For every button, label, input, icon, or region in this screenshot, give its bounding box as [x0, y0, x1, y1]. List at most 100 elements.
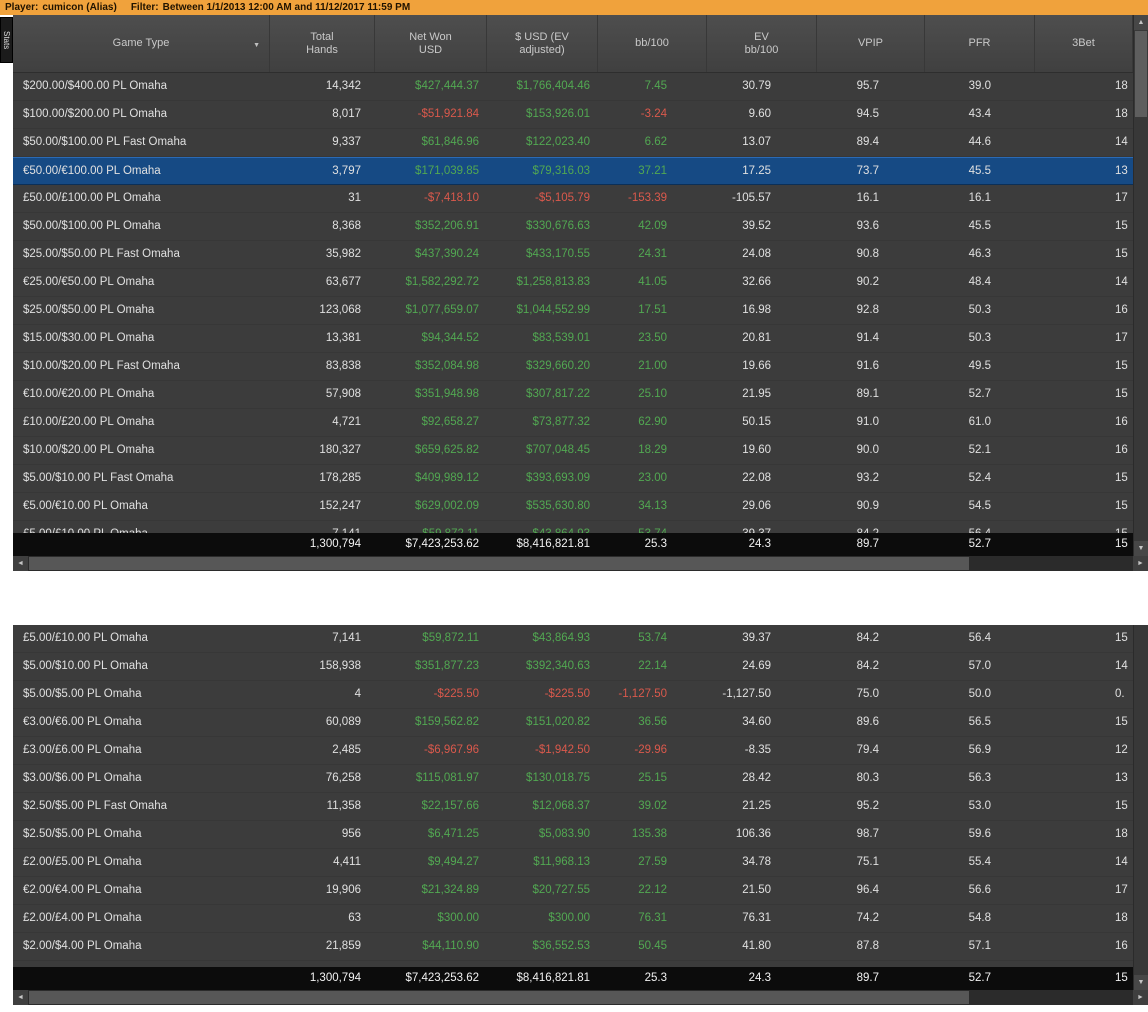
table-row[interactable]: $10.00/$20.00 PL Fast Omaha83,838$352,08…: [13, 353, 1133, 381]
column-header-net_won[interactable]: Net Won USD: [375, 15, 487, 72]
cell-vpip: 75.1: [817, 849, 925, 876]
cell-hands: 31: [270, 185, 375, 212]
cell-bb100: 23.00: [598, 465, 707, 492]
table-row[interactable]: £2.00/£5.00 PL Omaha4,411$9,494.27$11,96…: [13, 849, 1133, 877]
cell-net_won: $1,077,659.07: [375, 297, 487, 324]
column-header-label: $ USD (EV adjusted): [515, 31, 569, 57]
column-header-label: EV bb/100: [745, 31, 779, 57]
table-row[interactable]: $3.00/$6.00 PL Omaha76,258$115,081.97$13…: [13, 765, 1133, 793]
scroll-down-icon[interactable]: ▼: [1134, 975, 1148, 990]
table-row[interactable]: €25.00/€50.00 PL Omaha63,677$1,582,292.7…: [13, 269, 1133, 297]
cell-hands: 60,089: [270, 709, 375, 736]
horizontal-scroll-thumb[interactable]: [29, 991, 969, 1004]
table-row[interactable]: $25.00/$50.00 PL Fast Omaha35,982$437,39…: [13, 241, 1133, 269]
cell-ev_bb100: 30.79: [707, 73, 817, 100]
cell-usd_ev: $12,068.37: [487, 793, 598, 820]
cell-pfr: 54.8: [925, 905, 1035, 932]
cell-net_won: $22,157.66: [375, 793, 487, 820]
cell-usd_ev: $122,023.40: [487, 129, 598, 156]
column-header-threebet[interactable]: 3Bet: [1035, 15, 1133, 72]
table-row[interactable]: €2.00/€4.00 PL Omaha19,906$21,324.89$20,…: [13, 877, 1133, 905]
column-header-label: Net Won USD: [409, 31, 452, 57]
cell-ev_bb100: 39.37: [707, 521, 817, 533]
table-row[interactable]: €5.00/€10.00 PL Omaha152,247$629,002.09$…: [13, 493, 1133, 521]
cell-bb100: 22.12: [598, 877, 707, 904]
total-threebet: 15: [1035, 967, 1133, 990]
table-row[interactable]: $2.50/$5.00 PL Fast Omaha11,358$22,157.6…: [13, 793, 1133, 821]
scroll-left-icon[interactable]: ◄: [13, 556, 28, 571]
table-row[interactable]: $50.00/$100.00 PL Fast Omaha9,337$61,846…: [13, 129, 1133, 157]
cell-bb100: -3.24: [598, 101, 707, 128]
cell-game: £3.00/£6.00 PL Omaha: [13, 737, 270, 764]
cell-net_won: $659,625.82: [375, 437, 487, 464]
cell-threebet: 15: [1035, 465, 1133, 492]
table-row[interactable]: £5.00/£10.00 PL Omaha7,141$59,872.11$43,…: [13, 625, 1133, 653]
cell-net_won: $6,471.25: [375, 821, 487, 848]
column-header-bb100[interactable]: bb/100: [598, 15, 707, 72]
column-header-game[interactable]: Game Type▼: [13, 15, 270, 72]
table-row[interactable]: $50.00/$100.00 PL Omaha8,368$352,206.91$…: [13, 213, 1133, 241]
table-row[interactable]: £5.00/£10.00 PL Omaha7,141$59,872.11$43,…: [13, 521, 1133, 533]
cell-net_won: $629,002.09: [375, 493, 487, 520]
column-header-vpip[interactable]: VPIP: [817, 15, 925, 72]
scroll-right-icon[interactable]: ►: [1133, 990, 1148, 1005]
cell-net_won: $59,872.11: [375, 521, 487, 533]
column-header-pfr[interactable]: PFR: [925, 15, 1035, 72]
column-header-hands[interactable]: Total Hands: [270, 15, 375, 72]
cell-usd_ev: $20,727.55: [487, 877, 598, 904]
horizontal-scrollbar[interactable]: ◄ ►: [13, 990, 1148, 1005]
cell-ev_bb100: 19.60: [707, 437, 817, 464]
scroll-down-icon[interactable]: ▼: [1134, 541, 1148, 556]
table-row[interactable]: €10.00/€20.00 PL Omaha57,908$351,948.98$…: [13, 381, 1133, 409]
cell-ev_bb100: 13.07: [707, 129, 817, 156]
cell-bb100: 62.90: [598, 409, 707, 436]
horizontal-scroll-thumb[interactable]: [29, 557, 969, 570]
table-row[interactable]: €3.00/€6.00 PL Omaha60,089$159,562.82$15…: [13, 709, 1133, 737]
cell-net_won: $94,344.52: [375, 325, 487, 352]
vertical-scrollbar[interactable]: ▲ ▼: [1133, 15, 1148, 556]
table-row[interactable]: £50.00/£100.00 PL Omaha31-$7,418.10-$5,1…: [13, 185, 1133, 213]
table-row[interactable]: $5.00/$10.00 PL Omaha158,938$351,877.23$…: [13, 653, 1133, 681]
table-row[interactable]: $25.00/$50.00 PL Omaha123,068$1,077,659.…: [13, 297, 1133, 325]
vertical-scrollbar[interactable]: ▼: [1133, 625, 1148, 990]
table-row[interactable]: £10.00/£20.00 PL Omaha4,721$92,658.27$73…: [13, 409, 1133, 437]
stats-table-upper: Game Type▼Total Hands Net Won USD $ USD (E…: [13, 15, 1148, 571]
column-header-ev_bb100[interactable]: EV bb/100: [707, 15, 817, 72]
table-row[interactable]: $5.00/$10.00 PL Fast Omaha178,285$409,98…: [13, 465, 1133, 493]
tab-stats[interactable]: Stats: [0, 17, 13, 63]
totals-row-lower: 1,300,794$7,423,253.62$8,416,821.8125.32…: [13, 967, 1133, 990]
cell-vpip: 90.8: [817, 241, 925, 268]
total-usd_ev: $8,416,821.81: [487, 533, 598, 556]
table-row[interactable]: $200.00/$400.00 PL Omaha14,342$427,444.3…: [13, 73, 1133, 101]
cell-net_won: $437,390.24: [375, 241, 487, 268]
vertical-scroll-thumb[interactable]: [1135, 31, 1147, 117]
scroll-right-icon[interactable]: ►: [1133, 556, 1148, 571]
table-row[interactable]: $10.00/$20.00 PL Omaha180,327$659,625.82…: [13, 437, 1133, 465]
scroll-up-icon[interactable]: ▲: [1134, 15, 1148, 30]
total-bb100: 25.3: [598, 533, 707, 556]
cell-pfr: 49.5: [925, 353, 1035, 380]
cell-ev_bb100: 32.66: [707, 269, 817, 296]
cell-usd_ev: $330,676.63: [487, 213, 598, 240]
table-row[interactable]: $100.00/$200.00 PL Omaha8,017-$51,921.84…: [13, 101, 1133, 129]
cell-net_won: $352,206.91: [375, 213, 487, 240]
table-row-selected[interactable]: €50.00/€100.00 PL Omaha3,797$171,039.85$…: [13, 157, 1133, 185]
table-row[interactable]: $2.00/$4.00 PL Omaha21,859$44,110.90$36,…: [13, 933, 1133, 961]
table-row[interactable]: £2.00/£4.00 PL Omaha63$300.00$300.0076.3…: [13, 905, 1133, 933]
cell-threebet: 16: [1035, 437, 1133, 464]
cell-ev_bb100: 29.06: [707, 493, 817, 520]
scroll-left-icon[interactable]: ◄: [13, 990, 28, 1005]
cell-bb100: 36.56: [598, 709, 707, 736]
total-game: [13, 533, 270, 556]
sort-dropdown-icon[interactable]: ▼: [253, 39, 260, 52]
table-row[interactable]: $5.00/$5.00 PL Omaha4-$225.50-$225.50-1,…: [13, 681, 1133, 709]
cell-usd_ev: $392,340.63: [487, 653, 598, 680]
cell-hands: 2,485: [270, 737, 375, 764]
cell-hands: 4: [270, 681, 375, 708]
column-header-usd_ev[interactable]: $ USD (EV adjusted): [487, 15, 598, 72]
table-row[interactable]: $15.00/$30.00 PL Omaha13,381$94,344.52$8…: [13, 325, 1133, 353]
total-usd_ev: $8,416,821.81: [487, 967, 598, 990]
table-row[interactable]: $2.50/$5.00 PL Omaha956$6,471.25$5,083.9…: [13, 821, 1133, 849]
horizontal-scrollbar[interactable]: ◄ ►: [13, 556, 1148, 571]
table-row[interactable]: £3.00/£6.00 PL Omaha2,485-$6,967.96-$1,9…: [13, 737, 1133, 765]
